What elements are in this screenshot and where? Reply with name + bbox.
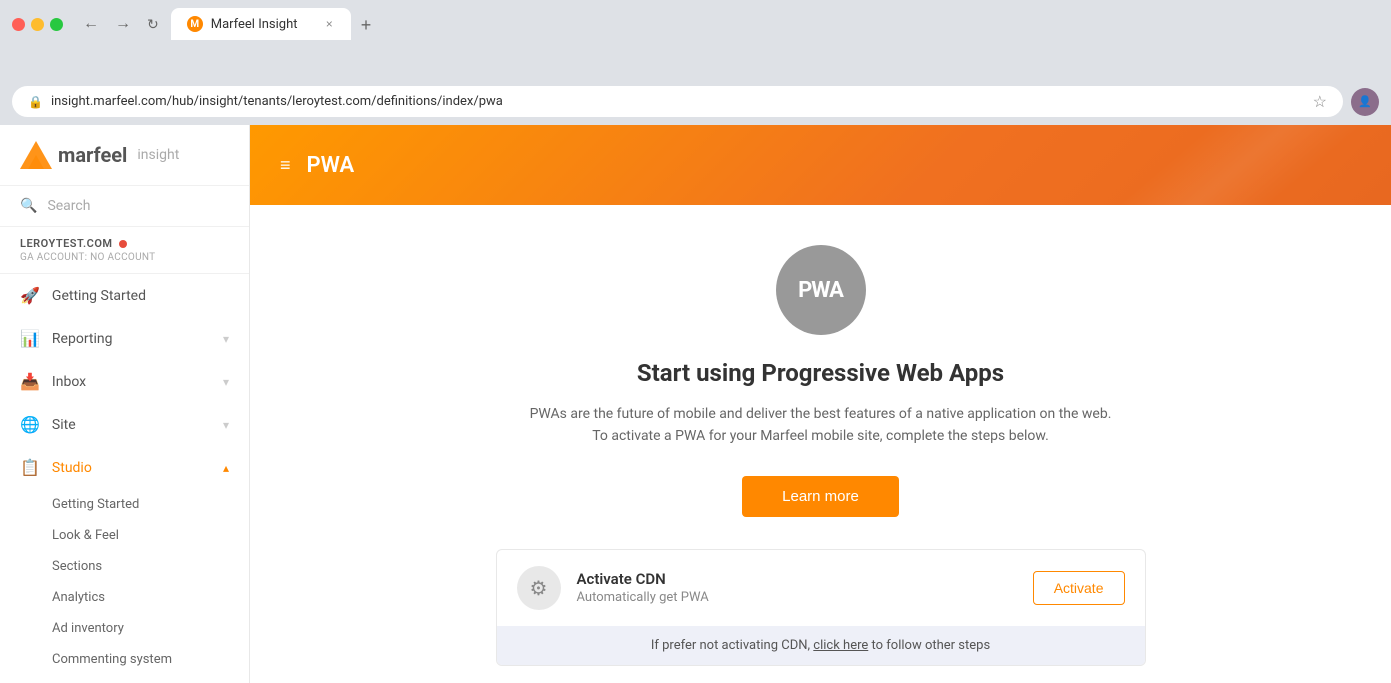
back-button[interactable]: ← <box>79 13 103 35</box>
getting-started-label: Getting Started <box>52 288 146 304</box>
sidebar-item-ad-inventory[interactable]: Ad inventory <box>0 613 249 644</box>
app-container: marfeel insight 🔍 Search LEROYTEST.COM G… <box>0 125 1391 683</box>
main-content: ≡ PWA PWA Start using Progressive Web Ap… <box>250 125 1391 683</box>
tab-bar: M Marfeel Insight × + <box>171 8 380 40</box>
inbox-icon: 📥 <box>20 372 40 391</box>
inbox-chevron: ▾ <box>223 375 229 389</box>
studio-sub-nav: Getting Started Look & Feel Sections Ana… <box>0 489 249 683</box>
new-tab-button[interactable]: + <box>353 11 380 40</box>
cdn-note: If prefer not activating CDN, click here… <box>497 626 1145 665</box>
browser-controls: ← → ↻ M Marfeel Insight × + <box>12 8 1379 40</box>
account-domain: LEROYTEST.COM <box>20 237 229 250</box>
reporting-icon: 📊 <box>20 329 40 348</box>
tab-favicon: M <box>187 16 203 32</box>
header-title: PWA <box>307 153 355 178</box>
pwa-icon-text: PWA <box>798 278 843 303</box>
lock-icon: 🔒 <box>28 95 43 109</box>
tab-title: Marfeel Insight <box>211 17 316 32</box>
sidebar: marfeel insight 🔍 Search LEROYTEST.COM G… <box>0 125 250 683</box>
address-bar[interactable]: 🔒 insight.marfeel.com/hub/insight/tenant… <box>12 86 1343 117</box>
logo-text: marfeel <box>58 143 127 167</box>
sidebar-logo: marfeel insight <box>0 125 249 186</box>
search-placeholder: Search <box>47 198 90 214</box>
sidebar-item-getting-started[interactable]: 🚀 Getting Started <box>0 274 249 317</box>
getting-started-icon: 🚀 <box>20 286 40 305</box>
pwa-title: Start using Progressive Web Apps <box>637 359 1004 387</box>
sidebar-item-reporting[interactable]: 📊 Reporting ▾ <box>0 317 249 360</box>
sidebar-item-site[interactable]: 🌐 Site ▾ <box>0 403 249 446</box>
marfeel-logo: marfeel insight <box>20 141 179 169</box>
domain-text: LEROYTEST.COM <box>20 237 113 250</box>
status-indicator <box>119 240 127 248</box>
top-header: ≡ PWA <box>250 125 1391 205</box>
search-icon: 🔍 <box>20 198 37 214</box>
reporting-chevron: ▾ <box>223 332 229 346</box>
sidebar-item-studio-getting-started[interactable]: Getting Started <box>0 489 249 520</box>
activate-button[interactable]: Activate <box>1033 571 1125 605</box>
cdn-subtitle: Automatically get PWA <box>577 590 1017 605</box>
account-info: LEROYTEST.COM GA ACCOUNT: NO ACCOUNT <box>0 227 249 274</box>
close-window-button[interactable] <box>12 18 25 31</box>
pwa-description: PWAs are the future of mobile and delive… <box>521 403 1121 448</box>
search-bar[interactable]: 🔍 Search <box>0 186 249 227</box>
studio-label: Studio <box>52 460 92 476</box>
address-text: insight.marfeel.com/hub/insight/tenants/… <box>51 94 1305 109</box>
profile-avatar[interactable]: 👤 <box>1351 88 1379 116</box>
tab-close-button[interactable]: × <box>324 17 335 31</box>
cdn-icon-circle: ⚙ <box>517 566 561 610</box>
menu-icon[interactable]: ≡ <box>280 155 291 176</box>
bookmark-icon[interactable]: ☆ <box>1313 92 1327 111</box>
address-bar-row: 🔒 insight.marfeel.com/hub/insight/tenant… <box>0 80 1391 125</box>
studio-icon: 📋 <box>20 458 40 477</box>
cdn-note-prefix: If prefer not activating CDN, <box>651 638 810 653</box>
sidebar-item-sections[interactable]: Sections <box>0 551 249 582</box>
site-icon: 🌐 <box>20 415 40 434</box>
site-label: Site <box>52 417 76 433</box>
cdn-note-suffix: to follow other steps <box>872 638 991 653</box>
cdn-icon: ⚙ <box>530 576 548 600</box>
site-chevron: ▾ <box>223 418 229 432</box>
forward-button[interactable]: → <box>111 13 135 35</box>
active-tab[interactable]: M Marfeel Insight × <box>171 8 351 40</box>
sidebar-item-analytics[interactable]: Analytics <box>0 582 249 613</box>
learn-more-button[interactable]: Learn more <box>742 476 899 517</box>
pwa-icon-circle: PWA <box>776 245 866 335</box>
pwa-content: PWA Start using Progressive Web Apps PWA… <box>250 205 1391 683</box>
logo-insight-text: insight <box>137 147 179 163</box>
cdn-title: Activate CDN <box>577 570 1017 588</box>
sidebar-item-studio[interactable]: 📋 Studio ▴ <box>0 446 249 489</box>
refresh-button[interactable]: ↻ <box>143 14 163 35</box>
cdn-card-inner: ⚙ Activate CDN Automatically get PWA Act… <box>497 550 1145 626</box>
inbox-label: Inbox <box>52 374 86 390</box>
reporting-label: Reporting <box>52 331 113 347</box>
traffic-lights <box>12 18 63 31</box>
cdn-card: ⚙ Activate CDN Automatically get PWA Act… <box>496 549 1146 666</box>
ga-account-text: GA ACCOUNT: NO ACCOUNT <box>20 252 229 263</box>
sidebar-item-inbox[interactable]: 📥 Inbox ▾ <box>0 360 249 403</box>
minimize-window-button[interactable] <box>31 18 44 31</box>
marfeel-logo-icon <box>20 141 52 169</box>
browser-chrome: ← → ↻ M Marfeel Insight × + <box>0 0 1391 80</box>
cdn-note-link[interactable]: click here <box>813 638 868 653</box>
sidebar-item-commenting-system[interactable]: Commenting system <box>0 644 249 675</box>
maximize-window-button[interactable] <box>50 18 63 31</box>
sidebar-item-look-feel[interactable]: Look & Feel <box>0 520 249 551</box>
studio-chevron: ▴ <box>223 461 229 475</box>
sidebar-item-social-networks[interactable]: Social networks <box>0 675 249 683</box>
cdn-info: Activate CDN Automatically get PWA <box>577 570 1017 605</box>
